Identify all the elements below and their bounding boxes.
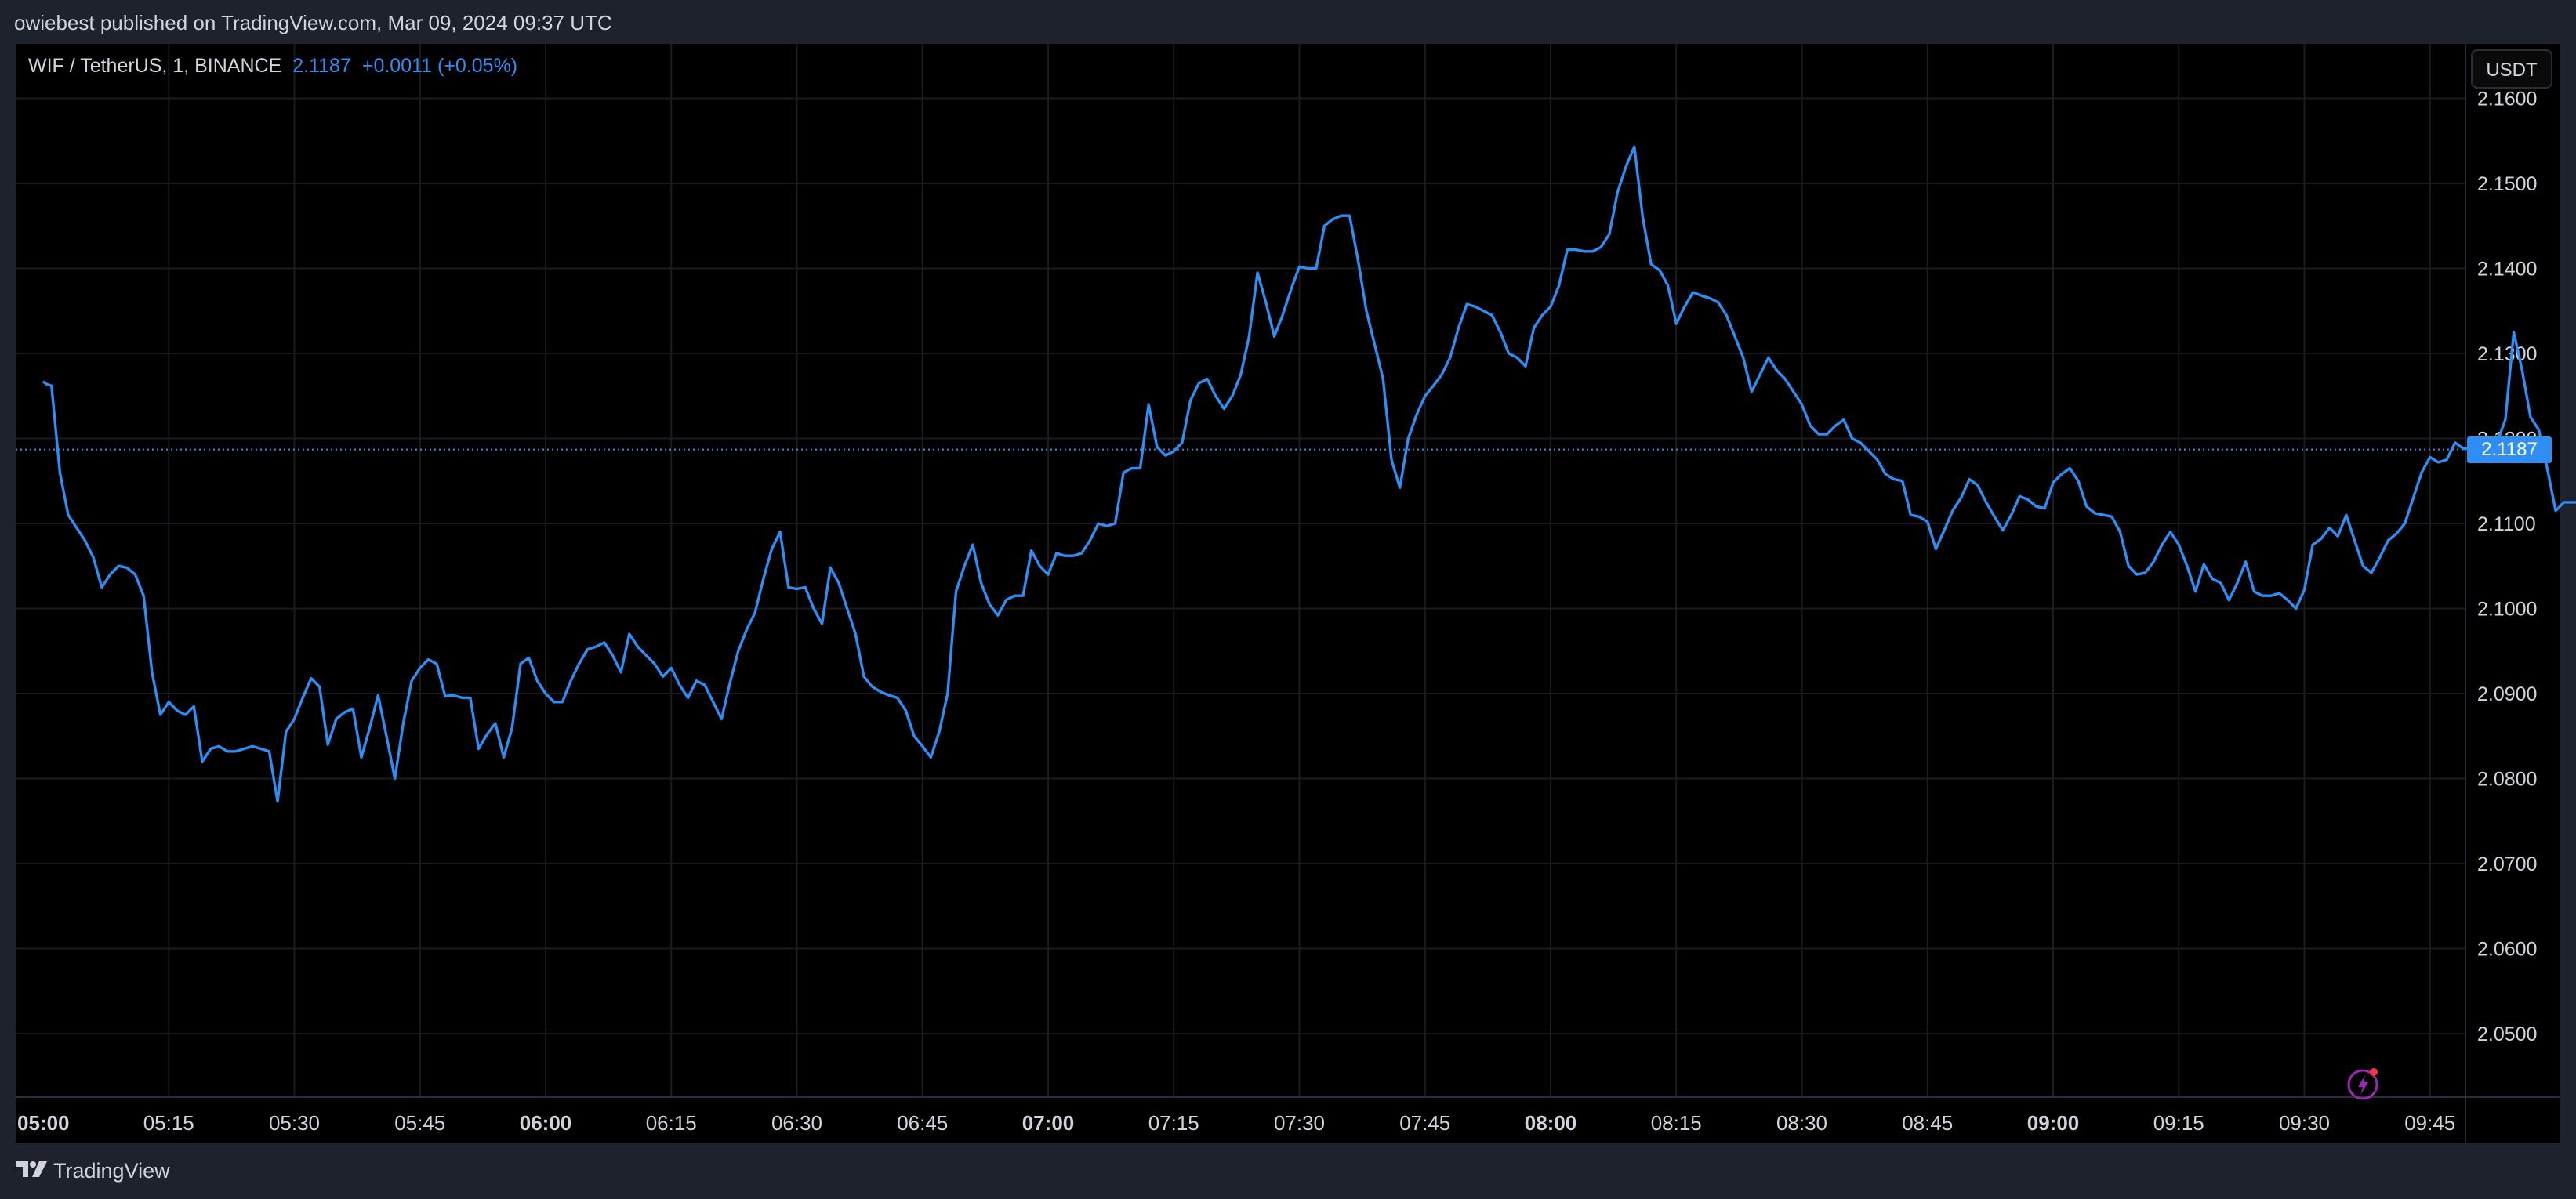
time-tick-label: 09:15: [2153, 1111, 2204, 1135]
time-tick-label: 08:00: [1525, 1111, 1577, 1135]
price-tick-label: 2.0500: [2477, 1023, 2537, 1045]
price-tick-label: 2.1000: [2477, 599, 2537, 621]
lightning-bolt-icon[interactable]: [2346, 1063, 2385, 1102]
time-tick-label: 06:15: [646, 1111, 697, 1135]
time-tick-label: 06:00: [520, 1111, 572, 1135]
time-tick-label: 08:15: [1651, 1111, 1702, 1135]
price-tick-label: 2.0800: [2477, 769, 2537, 791]
time-tick-label: 08:30: [1776, 1111, 1827, 1135]
tradingview-brand: TradingView: [53, 1159, 170, 1183]
legend-symbol[interactable]: WIF / TetherUS, 1, BINANCE: [28, 55, 281, 77]
time-tick-label: 06:30: [771, 1111, 822, 1135]
current-price-label: 2.1187: [2467, 436, 2552, 463]
time-tick-label: 07:45: [1399, 1111, 1450, 1135]
price-scale-background: [2465, 44, 2560, 1143]
time-tick-label: 05:30: [269, 1111, 320, 1135]
price-chart[interactable]: 2.16002.15002.14002.13002.12002.11002.10…: [0, 0, 2576, 1199]
price-tick-label: 2.0700: [2477, 853, 2537, 875]
chart-legend[interactable]: WIF / TetherUS, 1, BINANCE 2.1187 +0.0011 …: [28, 55, 517, 78]
time-tick-label: 09:45: [2404, 1111, 2455, 1135]
tradingview-logo-icon: [16, 1161, 47, 1177]
time-tick-label: 05:45: [394, 1111, 445, 1135]
publisher-info: owiebest published on TradingView.com, M…: [14, 11, 612, 34]
time-tick-label: 05:00: [17, 1111, 70, 1135]
time-tick-label: 09:00: [2027, 1111, 2080, 1135]
price-tick-label: 2.1100: [2477, 513, 2536, 535]
currency-button[interactable]: USDT: [2471, 49, 2552, 89]
price-tick-label: 2.0900: [2477, 683, 2537, 705]
bottom-bar: [0, 1143, 2576, 1199]
time-tick-label: 06:45: [897, 1111, 948, 1135]
time-tick-label: 07:30: [1274, 1111, 1325, 1135]
legend-last-price: 2.1187: [292, 55, 351, 77]
top-bar: owiebest published on TradingView.com, M…: [0, 0, 2576, 44]
price-tick-label: 2.1600: [2477, 89, 2537, 110]
chart-background: [16, 44, 2465, 1097]
time-tick-label: 08:45: [1902, 1111, 1953, 1135]
time-scale-background: [16, 1097, 2465, 1143]
price-tick-label: 2.0600: [2477, 939, 2537, 961]
legend-change: +0.0011 (+0.05%): [361, 55, 518, 77]
time-tick-label: 09:30: [2279, 1111, 2330, 1135]
time-tick-label: 05:15: [143, 1111, 194, 1135]
price-tick-label: 2.1400: [2477, 259, 2537, 281]
price-tick-label: 2.1500: [2477, 173, 2537, 195]
price-tick-label: 2.1300: [2477, 343, 2537, 365]
time-tick-label: 07:15: [1148, 1111, 1199, 1135]
time-tick-label: 07:00: [1022, 1111, 1075, 1135]
